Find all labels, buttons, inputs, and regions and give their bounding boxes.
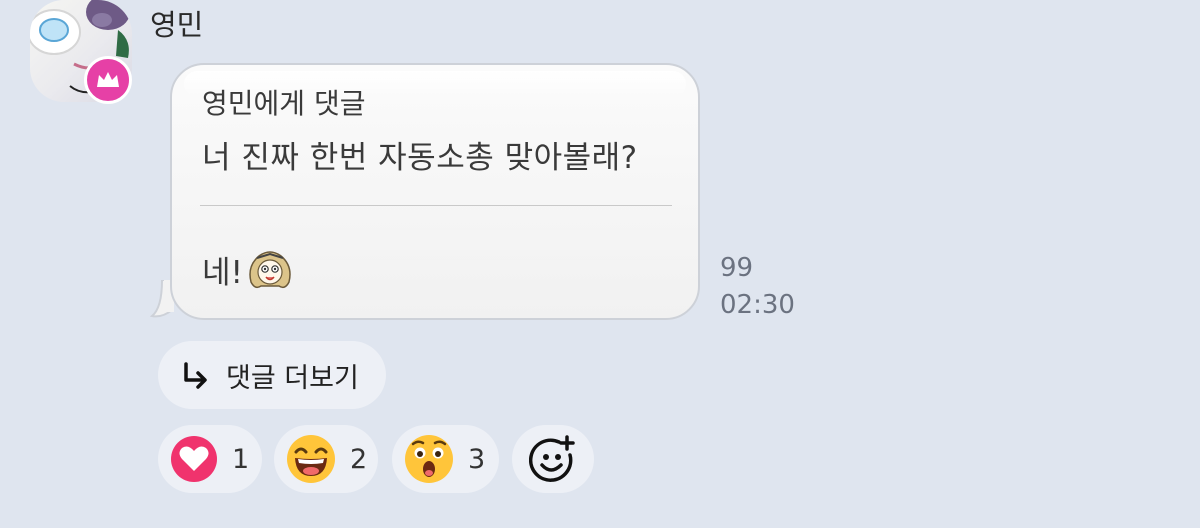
reaction-heart-button[interactable]: 1 — [158, 425, 262, 493]
reply-message-text: 네! — [202, 255, 243, 291]
reaction-count: 3 — [468, 443, 486, 475]
quoted-message: 너 진짜 한번 자동소총 맞아볼래? — [202, 140, 638, 176]
message-time: 02:30 — [720, 290, 795, 320]
heart-icon — [171, 436, 217, 482]
character-emoticon-icon — [249, 250, 291, 288]
reply-message: 네! — [202, 247, 295, 292]
reaction-surprised-button[interactable]: 3 — [392, 425, 499, 493]
crown-badge — [84, 56, 132, 104]
reply-to-label: 영민에게 댓글 — [202, 87, 366, 120]
add-reaction-button[interactable] — [512, 425, 594, 493]
message-bubble[interactable]: 영민에게 댓글 너 진짜 한번 자동소총 맞아볼래? 네! — [170, 63, 700, 320]
sender-name[interactable]: 영민 — [150, 2, 203, 44]
unread-count: 99 — [720, 253, 754, 283]
surprised-face-icon — [405, 435, 453, 483]
crown-icon — [97, 72, 119, 87]
reaction-count: 1 — [232, 443, 250, 475]
reaction-grin-button[interactable]: 2 — [274, 425, 378, 493]
bubble-divider — [200, 205, 672, 206]
more-replies-button[interactable]: 댓글 더보기 — [158, 341, 386, 409]
more-replies-label: 댓글 더보기 — [226, 362, 359, 394]
grinning-face-icon — [287, 435, 335, 483]
reply-arrow-icon — [184, 362, 207, 389]
add-emoji-icon — [529, 435, 575, 482]
reaction-count: 2 — [350, 443, 368, 475]
